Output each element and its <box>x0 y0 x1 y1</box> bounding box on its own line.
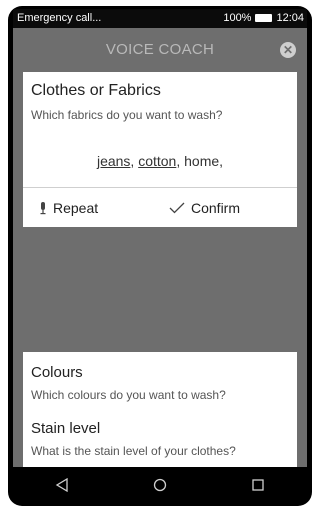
page-title: VOICE COACH <box>105 41 215 58</box>
close-icon[interactable]: ✕ <box>280 42 296 58</box>
confirm-label: Confirm <box>191 200 241 216</box>
confirm-button[interactable]: Confirm <box>169 200 240 216</box>
question-subtitle-colours: Which colours do you want to wash? <box>31 388 226 402</box>
repeat-button[interactable]: Repeat <box>39 200 98 216</box>
question-title-colours: Colours <box>31 364 83 381</box>
checkmark-icon <box>169 202 185 214</box>
question-title: Clothes or Fabrics <box>31 82 161 99</box>
repeat-label: Repeat <box>53 200 99 216</box>
status-bar: Emergency call... 100% 12:04 <box>13 9 307 28</box>
navigation-bar <box>13 467 307 503</box>
status-icons: 100% 12:04 <box>223 12 304 24</box>
question-card: Clothes or Fabrics Which fabrics do you … <box>23 72 297 227</box>
upcoming-questions: Colours Which colours do you want to was… <box>23 352 297 467</box>
recents-icon[interactable] <box>238 470 278 500</box>
notification-text: Emergency call... <box>17 12 102 24</box>
clock: 12:04 <box>276 12 304 24</box>
divider <box>23 187 297 188</box>
battery-percent: 100% <box>223 12 252 24</box>
question-title-stain-level: Stain level <box>31 420 101 437</box>
answer-text: jeans, cotton, home, <box>23 153 297 169</box>
battery-icon <box>255 14 273 22</box>
question-subtitle: Which fabrics do you want to wash? <box>31 108 223 122</box>
home-icon[interactable] <box>140 470 180 500</box>
back-icon[interactable] <box>42 470 82 500</box>
answer-word-jeans[interactable]: jeans <box>97 153 130 169</box>
question-subtitle-stain-level: What is the stain level of your clothes? <box>31 444 236 458</box>
answer-word-cotton[interactable]: cotton <box>138 153 176 169</box>
header: VOICE COACH ✕ <box>13 28 307 72</box>
answer-rest: , home, <box>176 153 224 169</box>
microphone-icon <box>40 201 46 214</box>
screen: Emergency call... 100% 12:04 VOICE COACH… <box>13 9 307 467</box>
